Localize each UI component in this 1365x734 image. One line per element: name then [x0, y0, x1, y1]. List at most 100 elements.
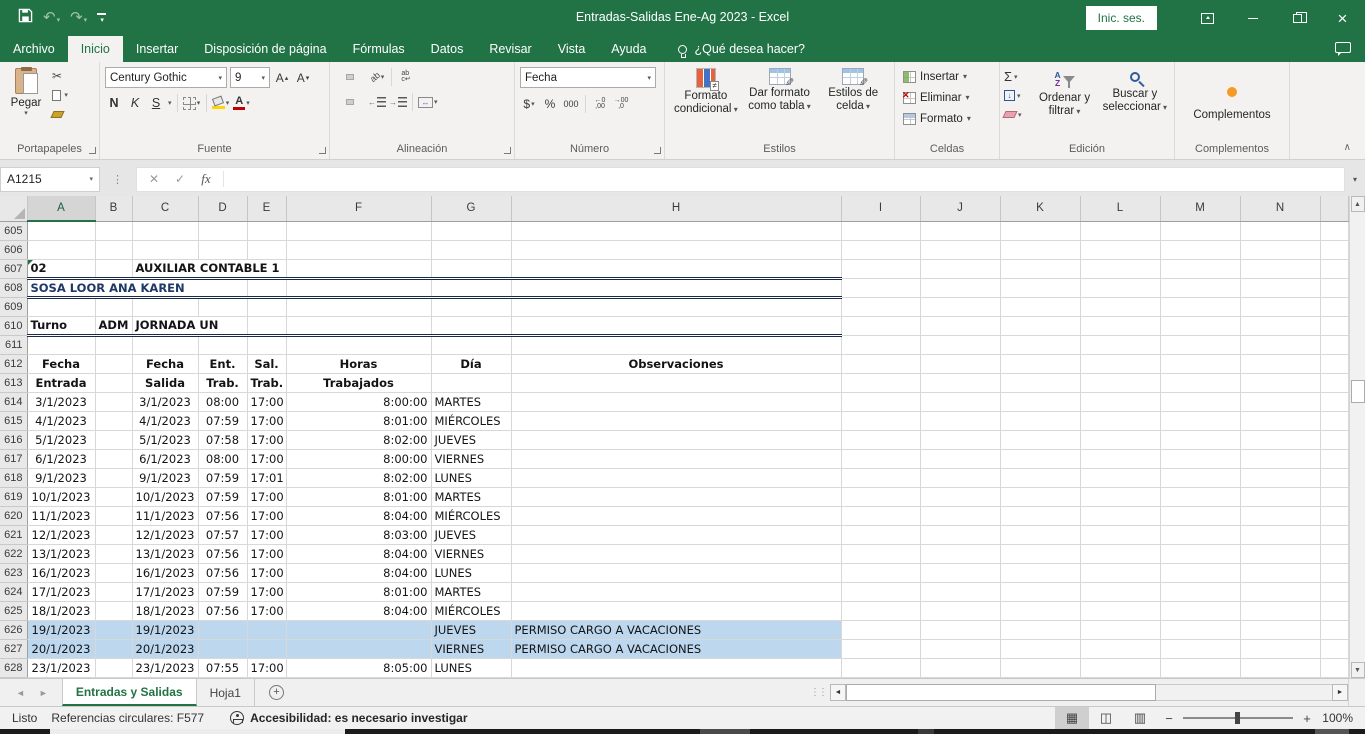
cell-B617[interactable] — [95, 449, 132, 468]
cell-N612[interactable] — [1240, 354, 1320, 373]
cell-I619[interactable] — [841, 487, 920, 506]
enter-icon[interactable]: ✓ — [167, 172, 193, 186]
cell-G620[interactable]: MIÉRCOLES — [431, 506, 511, 525]
align-left-button[interactable] — [335, 99, 343, 105]
cell-J612[interactable] — [920, 354, 1000, 373]
cell-G628[interactable]: LUNES — [431, 658, 511, 677]
cell-I605[interactable] — [841, 221, 920, 240]
row-header-613[interactable]: 613 — [0, 373, 27, 392]
column-header-E[interactable]: E — [247, 196, 286, 221]
cell-x625[interactable] — [1320, 601, 1348, 620]
cell-A615[interactable]: 4/1/2023 — [27, 411, 95, 430]
cell-I627[interactable] — [841, 639, 920, 658]
cell-N620[interactable] — [1240, 506, 1320, 525]
cell-I609[interactable] — [841, 297, 920, 316]
column-header-B[interactable]: B — [95, 196, 132, 221]
cell-x608[interactable] — [1320, 278, 1348, 297]
cell-A625[interactable]: 18/1/2023 — [27, 601, 95, 620]
cell-D626[interactable] — [198, 620, 247, 639]
clipboard-dialog-launcher[interactable] — [89, 147, 96, 154]
cell-H610[interactable] — [511, 316, 841, 335]
cell-M612[interactable] — [1160, 354, 1240, 373]
cell-F621[interactable]: 8:03:00 — [286, 525, 431, 544]
redo-button[interactable]: ↷▾ — [70, 9, 87, 27]
cell-D624[interactable]: 07:59 — [198, 582, 247, 601]
tab-fórmulas[interactable]: Fórmulas — [340, 36, 418, 62]
cell-I618[interactable] — [841, 468, 920, 487]
cell-D622[interactable]: 07:56 — [198, 544, 247, 563]
cell-F627[interactable] — [286, 639, 431, 658]
column-header-partial[interactable] — [1320, 196, 1348, 221]
column-header-G[interactable]: G — [431, 196, 511, 221]
cell-G621[interactable]: JUEVES — [431, 525, 511, 544]
cell-F605[interactable] — [286, 221, 431, 240]
row-header-626[interactable]: 626 — [0, 620, 27, 639]
zoom-out-button[interactable]: − — [1157, 711, 1181, 726]
cell-D612[interactable]: Ent. — [198, 354, 247, 373]
cell-x613[interactable] — [1320, 373, 1348, 392]
cell-C611[interactable] — [132, 335, 198, 354]
thousands-format-button[interactable]: 000 — [562, 94, 580, 114]
cell-H614[interactable] — [511, 392, 841, 411]
cell-x627[interactable] — [1320, 639, 1348, 658]
cell-M616[interactable] — [1160, 430, 1240, 449]
cell-F612[interactable]: Horas — [286, 354, 431, 373]
cell-x607[interactable] — [1320, 259, 1348, 278]
cell-H625[interactable] — [511, 601, 841, 620]
cell-K624[interactable] — [1000, 582, 1080, 601]
cell-A624[interactable]: 17/1/2023 — [27, 582, 95, 601]
sheet-nav-left-icon[interactable]: ◄ — [16, 688, 25, 698]
cell-K617[interactable] — [1000, 449, 1080, 468]
cell-D625[interactable]: 07:56 — [198, 601, 247, 620]
cell-J606[interactable] — [920, 240, 1000, 259]
cell-M610[interactable] — [1160, 316, 1240, 335]
cell-M609[interactable] — [1160, 297, 1240, 316]
cell-J608[interactable] — [920, 278, 1000, 297]
cell-A620[interactable]: 11/1/2023 — [27, 506, 95, 525]
cell-C625[interactable]: 18/1/2023 — [132, 601, 198, 620]
cell-B616[interactable] — [95, 430, 132, 449]
cell-D616[interactable]: 07:58 — [198, 430, 247, 449]
cell-E606[interactable] — [247, 240, 286, 259]
cell-C623[interactable]: 16/1/2023 — [132, 563, 198, 582]
clear-button[interactable]: ▾ — [1004, 106, 1029, 123]
cell-M617[interactable] — [1160, 449, 1240, 468]
column-header-J[interactable]: J — [920, 196, 1000, 221]
cell-M626[interactable] — [1160, 620, 1240, 639]
cell-A622[interactable]: 13/1/2023 — [27, 544, 95, 563]
cell-A621[interactable]: 12/1/2023 — [27, 525, 95, 544]
cell-I617[interactable] — [841, 449, 920, 468]
insert-function-icon[interactable]: fx — [193, 171, 219, 187]
increase-decimal-button[interactable]: ←0,00 — [591, 94, 609, 114]
cell-J626[interactable] — [920, 620, 1000, 639]
cell-M628[interactable] — [1160, 658, 1240, 677]
cell-B613[interactable] — [95, 373, 132, 392]
cell-D628[interactable]: 07:55 — [198, 658, 247, 677]
copy-button[interactable]: ▾ — [52, 87, 68, 103]
column-header-D[interactable]: D — [198, 196, 247, 221]
row-header-617[interactable]: 617 — [0, 449, 27, 468]
cell-I624[interactable] — [841, 582, 920, 601]
cell-H613[interactable] — [511, 373, 841, 392]
cell-I610[interactable] — [841, 316, 920, 335]
cell-x615[interactable] — [1320, 411, 1348, 430]
cell-K622[interactable] — [1000, 544, 1080, 563]
cell-F607[interactable] — [286, 259, 431, 278]
cell-G611[interactable] — [431, 335, 511, 354]
cell-M613[interactable] — [1160, 373, 1240, 392]
cell-G624[interactable]: MARTES — [431, 582, 511, 601]
comment-icon[interactable] — [1335, 42, 1351, 53]
cell-M624[interactable] — [1160, 582, 1240, 601]
row-header-609[interactable]: 609 — [0, 297, 27, 316]
cell-J627[interactable] — [920, 639, 1000, 658]
cell-x622[interactable] — [1320, 544, 1348, 563]
cell-B611[interactable] — [95, 335, 132, 354]
increase-indent-button[interactable]: → — [389, 92, 407, 112]
cell-C616[interactable]: 5/1/2023 — [132, 430, 198, 449]
ribbon-display-options-icon[interactable] — [1185, 0, 1230, 36]
horizontal-scrollbar[interactable]: ◄ ► — [830, 679, 1348, 706]
cell-J610[interactable] — [920, 316, 1000, 335]
new-sheet-button[interactable]: + — [255, 679, 298, 706]
close-button[interactable]: × — [1320, 0, 1365, 36]
decrease-decimal-button[interactable]: →00,0 — [612, 94, 630, 114]
